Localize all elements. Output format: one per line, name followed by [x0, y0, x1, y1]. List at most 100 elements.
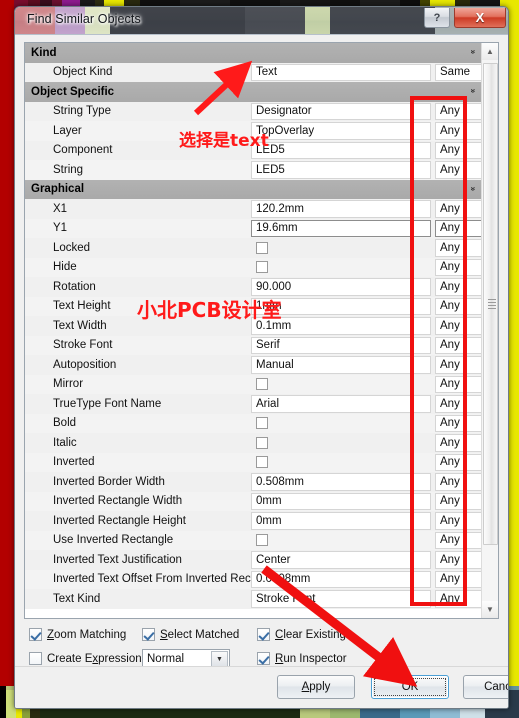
property-row[interactable]: String Type Designator Any [25, 101, 481, 121]
scrollbar-thumb[interactable] [483, 63, 498, 545]
property-match-mode[interactable]: Any [435, 570, 481, 588]
property-match-mode[interactable]: Any [435, 375, 481, 393]
property-value-field[interactable]: 1mm [251, 297, 431, 315]
property-value-field[interactable]: Manual [251, 356, 431, 374]
help-icon[interactable]: ? [424, 8, 450, 28]
property-match-mode[interactable]: Any [435, 161, 481, 179]
checkbox-clear-existing[interactable]: Clear Existing [257, 628, 346, 641]
property-value-field[interactable]: Serif [251, 336, 431, 354]
property-row[interactable]: Italic Any [25, 433, 481, 453]
checkbox-select-matched[interactable]: Select Matched [142, 628, 239, 641]
property-match-mode[interactable]: Any [435, 492, 481, 510]
property-match-mode[interactable]: Any [435, 434, 481, 452]
property-value-field[interactable]: Center [251, 551, 431, 569]
property-value-field[interactable]: 0mm [251, 492, 431, 510]
property-row[interactable]: Object Kind Text Same [25, 62, 481, 82]
property-match-mode[interactable]: Any [435, 336, 481, 354]
property-row[interactable]: Text Height 1mm Any [25, 296, 481, 316]
property-value-checkbox[interactable] [251, 376, 431, 394]
property-match-mode[interactable]: Any [435, 258, 481, 276]
chevron-collapse-icon[interactable]: » [467, 186, 478, 189]
property-value-field[interactable]: 0mm [251, 512, 431, 530]
property-row[interactable]: Text Width 0.1mm Any [25, 316, 481, 336]
property-match-mode[interactable]: Any [435, 473, 481, 491]
property-value-checkbox[interactable] [251, 532, 431, 550]
chevron-collapse-icon[interactable]: » [467, 50, 478, 53]
property-value-field[interactable]: LED5 [251, 161, 431, 179]
property-value-field[interactable]: 0.508mm [251, 473, 431, 491]
property-match-mode[interactable]: Any [435, 141, 481, 159]
property-row[interactable]: TrueType Font Name Arial Any [25, 394, 481, 414]
property-row[interactable]: Y1 19.6mm Any [25, 218, 481, 238]
property-row[interactable]: Text Kind Stroke Font Any [25, 589, 481, 609]
property-value-field[interactable]: 0.1mm [251, 317, 431, 335]
checkbox-create-expression[interactable]: Create Expression [29, 652, 142, 665]
property-match-mode[interactable]: Any [435, 122, 481, 140]
property-row[interactable]: X1 120.2mm Any [25, 199, 481, 219]
ok-button[interactable]: OK [371, 675, 449, 699]
property-value-checkbox[interactable] [251, 415, 431, 433]
property-value-field[interactable]: Designator [251, 102, 431, 120]
chevron-collapse-icon[interactable]: » [467, 89, 478, 92]
property-match-mode[interactable]: Any [435, 512, 481, 530]
property-value-field[interactable]: 0.0508mm [251, 570, 431, 588]
property-value-field[interactable]: Arial [251, 395, 431, 413]
chevron-down-icon[interactable]: ▼ [211, 651, 228, 667]
property-match-mode[interactable]: Any [435, 317, 481, 335]
property-match-mode[interactable]: Any [435, 551, 481, 569]
property-row[interactable]: Inverted Any [25, 452, 481, 472]
property-match-mode[interactable]: Any [435, 395, 481, 413]
property-value-field[interactable]: Stroke Font [251, 590, 431, 608]
property-match-mode[interactable]: Any [435, 200, 481, 218]
property-row[interactable]: Stroke Font Serif Any [25, 335, 481, 355]
property-match-mode[interactable]: Any [435, 590, 481, 608]
properties-grid[interactable]: Kind » Object Kind Text Same Object Specific »… [25, 43, 481, 618]
property-match-mode[interactable]: Any [435, 531, 481, 549]
property-row[interactable]: Inverted Rectangle Width 0mm Any [25, 491, 481, 511]
property-match-mode[interactable]: Any [435, 219, 481, 237]
grid-scrollbar[interactable]: ▲ ▼ [481, 43, 498, 618]
property-row[interactable]: Mirror Any [25, 374, 481, 394]
property-value-field[interactable]: 19.6mm [251, 219, 431, 237]
property-match-mode[interactable]: Any [435, 239, 481, 257]
property-row[interactable]: Layer TopOverlay Any [25, 121, 481, 141]
group-header[interactable]: Object Specific » [25, 82, 481, 102]
group-header[interactable]: Kind » [25, 43, 481, 63]
property-match-mode[interactable]: Same [435, 63, 481, 81]
property-row[interactable]: Locked Any [25, 238, 481, 258]
property-value-field[interactable]: TopOverlay [251, 122, 431, 140]
property-row[interactable]: Bold Any [25, 413, 481, 433]
property-value-field[interactable]: 90.000 [251, 278, 431, 296]
property-value-field[interactable]: Text [251, 63, 431, 81]
scroll-down-icon[interactable]: ▼ [482, 601, 498, 618]
close-icon[interactable]: X [454, 8, 506, 28]
title-bar[interactable]: Find Similar Objects ? X [15, 7, 508, 35]
property-row[interactable]: Inverted Border Width 0.508mm Any [25, 472, 481, 492]
property-row[interactable]: Inverted Text Justification Center Any [25, 550, 481, 570]
apply-button[interactable]: Apply [277, 675, 355, 699]
property-value-field[interactable]: LED5 [251, 141, 431, 159]
property-value-checkbox[interactable] [251, 239, 431, 257]
property-value-checkbox[interactable] [251, 434, 431, 452]
property-match-mode[interactable]: Any [435, 297, 481, 315]
property-match-mode[interactable]: Any [435, 414, 481, 432]
property-match-mode[interactable]: Any [435, 102, 481, 120]
property-row[interactable]: Inverted Text Offset From Inverted Rect 0… [25, 569, 481, 589]
scroll-up-icon[interactable]: ▲ [482, 43, 498, 60]
property-match-mode[interactable]: Any [435, 278, 481, 296]
property-row[interactable]: String LED5 Any [25, 160, 481, 180]
property-match-mode[interactable]: Any [435, 453, 481, 471]
property-row[interactable]: Use Inverted Rectangle Any [25, 530, 481, 550]
property-value-checkbox[interactable] [251, 259, 431, 277]
property-row[interactable]: Rotation 90.000 Any [25, 277, 481, 297]
property-row[interactable]: Hide Any [25, 257, 481, 277]
property-value-field[interactable]: 120.2mm [251, 200, 431, 218]
property-value-checkbox[interactable] [251, 454, 431, 472]
property-row[interactable]: Autoposition Manual Any [25, 355, 481, 375]
cancel-button[interactable]: Cancel [463, 675, 508, 699]
checkbox-zoom-matching[interactable]: Zoom Matching [29, 628, 126, 641]
property-row[interactable]: Component LED5 Any [25, 140, 481, 160]
group-header[interactable]: Graphical » [25, 179, 481, 199]
checkbox-run-inspector[interactable]: Run Inspector [257, 652, 347, 665]
property-match-mode[interactable]: Any [435, 356, 481, 374]
